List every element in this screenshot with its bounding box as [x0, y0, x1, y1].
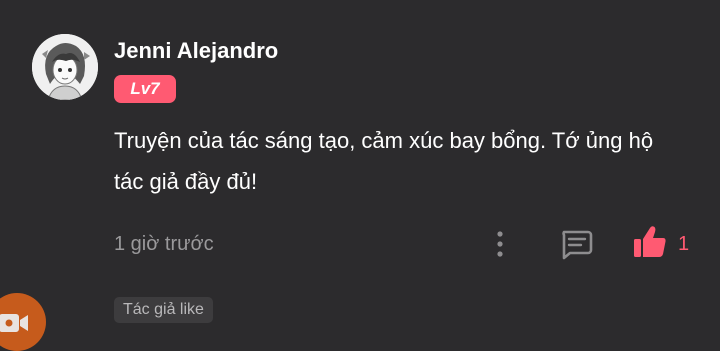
more-vertical-icon[interactable] — [488, 228, 512, 260]
video-camera-icon — [0, 314, 28, 332]
comment-text: Truyện của tác sáng tạo, cảm xúc bay bổn… — [114, 128, 654, 194]
avatar-illustration — [32, 34, 98, 100]
like-count: 1 — [678, 232, 690, 255]
like-button[interactable]: 1 — [632, 225, 690, 264]
thumbs-up-icon — [632, 225, 668, 264]
avatar[interactable] — [32, 34, 98, 100]
timestamp: 1 giờ trước — [114, 233, 214, 255]
level-badge: Lv7 — [114, 75, 176, 103]
comment-item: Jenni Alejandro Lv7 Truyện của tác sáng … — [0, 0, 720, 343]
username[interactable]: Jenni Alejandro — [114, 38, 278, 64]
author-like-badge: Tác giả like — [114, 297, 213, 323]
comment-icon[interactable] — [558, 228, 594, 260]
